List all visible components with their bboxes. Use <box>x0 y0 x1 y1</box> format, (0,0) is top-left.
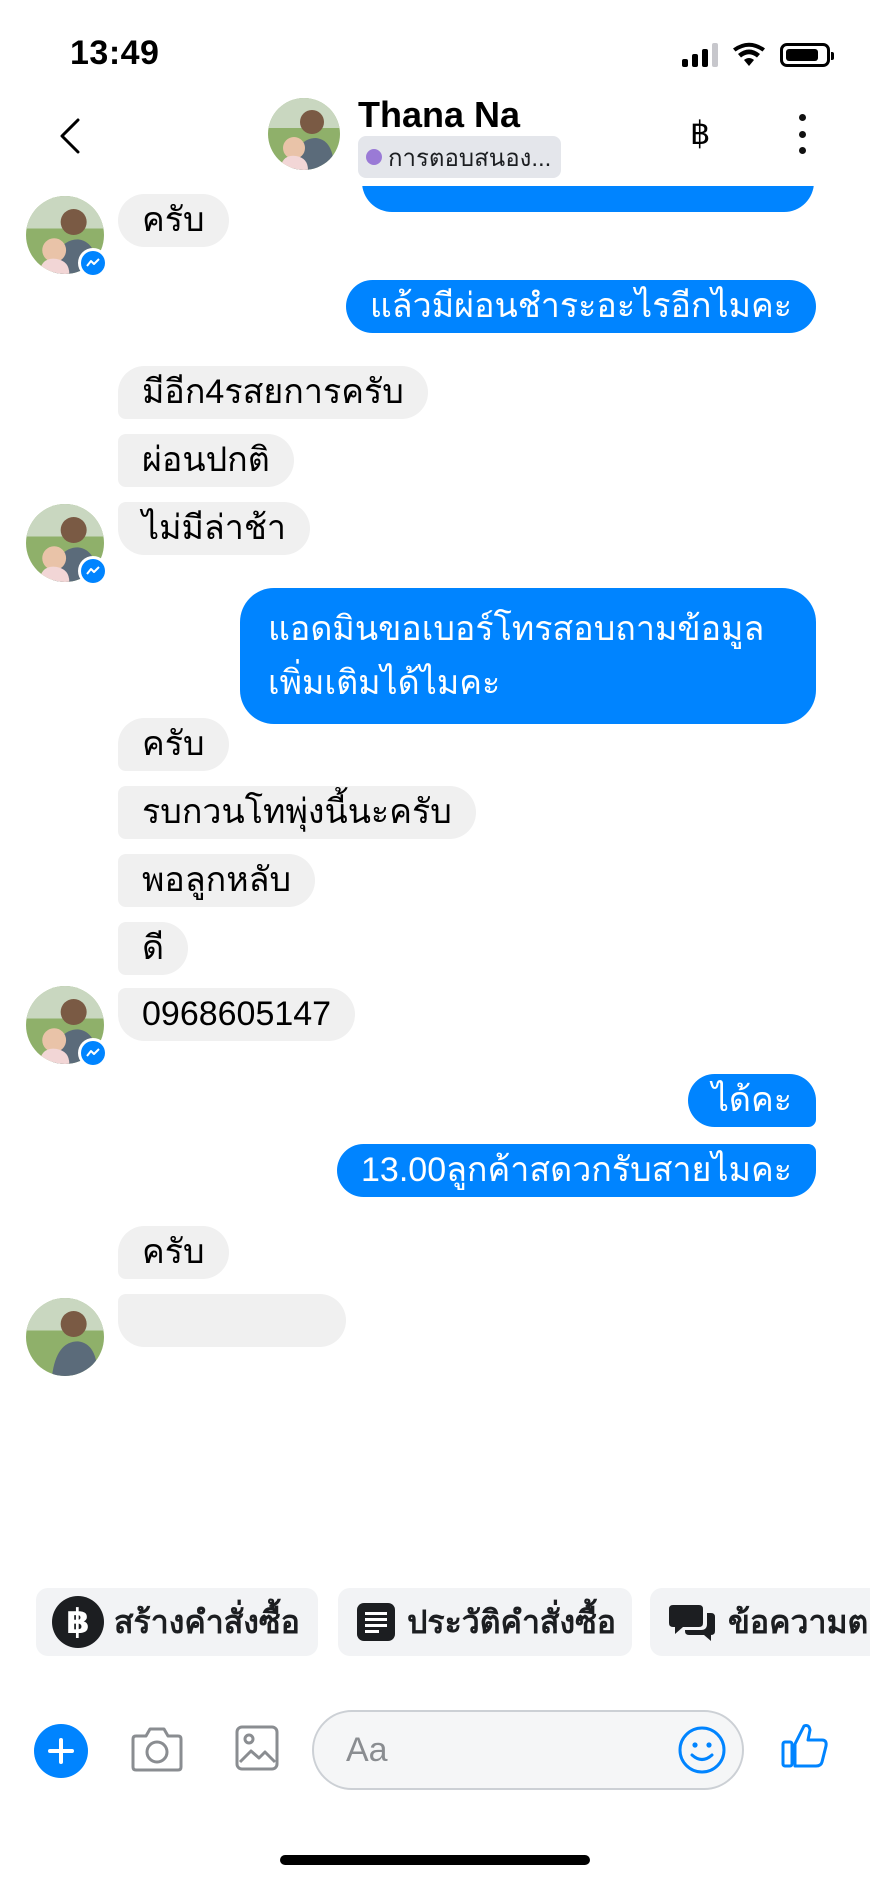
order-history-button[interactable]: ประวัติคำสั่งซื้อ <box>338 1588 632 1656</box>
response-status-badge[interactable]: การตอบสนอง... <box>358 136 562 178</box>
cellular-signal-icon <box>682 43 718 67</box>
saved-replies-label: ข้อความตอ <box>728 1603 870 1640</box>
sender-avatar[interactable] <box>26 986 108 1068</box>
message-bubble-incoming[interactable]: มีอีก4รสยการครับ <box>118 366 428 419</box>
message-input-field[interactable] <box>312 1710 744 1790</box>
message-bubble-incoming[interactable]: ครับ <box>118 194 229 247</box>
messenger-badge-icon <box>78 248 108 278</box>
quick-actions-bar: ฿ สร้างคำสั่งซื้อ ประวัติคำสั่งซื้อ ข้อค… <box>0 1576 870 1666</box>
message-bubble-incoming[interactable]: รบกวนโทพุ่งนี้นะครับ <box>118 786 476 839</box>
camera-icon[interactable] <box>130 1724 184 1774</box>
contact-avatar[interactable] <box>268 98 340 170</box>
sender-avatar[interactable] <box>26 504 108 586</box>
emoji-icon[interactable] <box>676 1724 728 1776</box>
contact-name[interactable]: Thana Na <box>358 94 520 136</box>
battery-icon <box>780 43 834 67</box>
thumbs-up-icon[interactable] <box>780 1720 830 1770</box>
baht-circle-icon: ฿ <box>52 1596 104 1648</box>
chat-header: Thana Na การตอบสนอง... ฿ <box>0 94 870 186</box>
message-bubble-incoming[interactable]: ครับ <box>118 1226 229 1279</box>
message-list[interactable]: ครับ แล้วมีผ่อนชำระอะไรอีกไมคะ มีอีก4รสย… <box>0 186 870 1570</box>
sender-avatar[interactable] <box>26 196 108 278</box>
message-bubble-outgoing[interactable]: 13.00ลูกค้าสดวกรับสายไมคะ <box>337 1144 816 1197</box>
status-bar: 13:49 <box>0 0 870 100</box>
add-attachment-icon[interactable] <box>34 1724 88 1778</box>
message-input[interactable] <box>346 1728 666 1772</box>
sender-avatar[interactable] <box>26 1298 104 1376</box>
saved-replies-icon <box>666 1596 718 1648</box>
message-bubble-incoming[interactable]: ไม่มีล่าช้า <box>118 502 311 555</box>
wifi-icon <box>733 42 765 66</box>
message-bubble-incoming[interactable]: พอลูกหลับ <box>118 854 316 907</box>
message-bubble-outgoing[interactable]: ได้คะ <box>687 1074 816 1127</box>
message-composer <box>0 1700 870 1810</box>
order-history-icon <box>354 1596 397 1648</box>
saved-replies-button[interactable]: ข้อความตอ <box>650 1588 870 1656</box>
order-history-label: ประวัติคำสั่งซื้อ <box>407 1603 616 1640</box>
home-indicator[interactable] <box>280 1855 590 1865</box>
baht-icon[interactable]: ฿ <box>690 114 710 152</box>
message-bubble-incoming-partial[interactable] <box>118 1294 346 1347</box>
message-bubble-outgoing[interactable]: แล้วมีผ่อนชำระอะไรอีกไมคะ <box>345 280 816 333</box>
status-icons <box>682 40 834 70</box>
response-status-label: การตอบสนอง... <box>388 144 552 172</box>
message-bubble-outgoing[interactable]: แอดมินขอเบอร์โทรสอบถามข้อมูลเพิ่มเติมได้… <box>240 588 816 724</box>
messenger-badge-icon <box>78 556 108 586</box>
message-bubble-incoming[interactable]: 0968605147 <box>118 988 356 1041</box>
create-order-button[interactable]: ฿ สร้างคำสั่งซื้อ <box>36 1588 318 1656</box>
image-gallery-icon[interactable] <box>234 1724 280 1772</box>
back-chevron-icon[interactable] <box>52 116 92 156</box>
create-order-label: สร้างคำสั่งซื้อ <box>114 1603 300 1640</box>
more-options-icon[interactable] <box>792 114 812 154</box>
message-bubble-incoming[interactable]: ดี <box>118 922 189 975</box>
message-bubble-incoming[interactable]: ครับ <box>118 718 229 771</box>
messenger-badge-icon <box>78 1038 108 1068</box>
status-dot-icon <box>366 149 382 165</box>
status-time: 13:49 <box>70 34 160 72</box>
message-bubble-incoming[interactable]: ผ่อนปกติ <box>118 434 294 487</box>
